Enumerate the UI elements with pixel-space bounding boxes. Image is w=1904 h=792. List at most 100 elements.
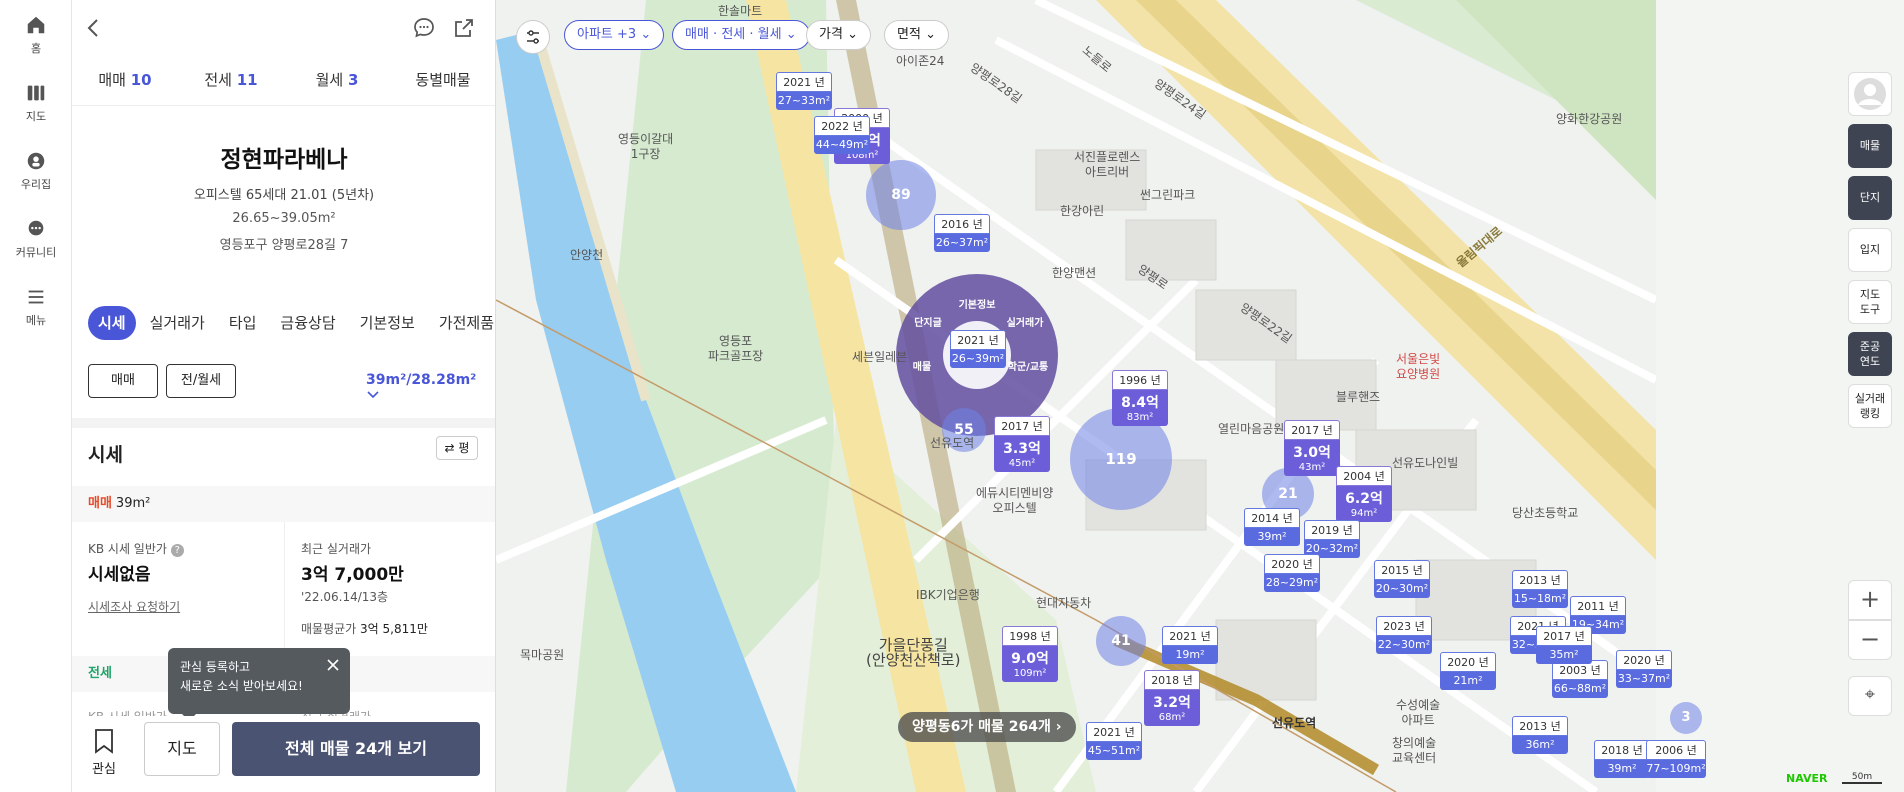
- area-pin[interactable]: 2003 년 66~88m²: [1552, 660, 1608, 698]
- price-pin[interactable]: 2018 년 3.2억 68m²: [1144, 670, 1200, 726]
- map-label: 선유도역: [1272, 716, 1317, 730]
- area-pin[interactable]: 2006 년 77~109m²: [1646, 740, 1706, 778]
- zoom-in-button[interactable]: +: [1848, 580, 1892, 620]
- cluster-marker[interactable]: 89: [866, 160, 936, 230]
- tab-by-building[interactable]: 동별매물: [390, 60, 495, 105]
- radial-school-transit[interactable]: 학군/교통: [1000, 358, 1056, 373]
- zoom-out-button[interactable]: −: [1848, 620, 1892, 660]
- price-pin[interactable]: 2017 년 3.3억 45m²: [994, 416, 1050, 472]
- cluster-marker[interactable]: 3: [1670, 702, 1702, 734]
- pin-area: 77~109m²: [1646, 760, 1706, 778]
- close-icon[interactable]: [326, 658, 340, 672]
- sale-toggle-button[interactable]: 매매: [88, 364, 158, 398]
- pin-area: 19m²: [1162, 646, 1218, 664]
- tool-complex[interactable]: 단지: [1848, 176, 1892, 220]
- back-icon[interactable]: [82, 16, 106, 40]
- pin-year: 2018 년: [1594, 740, 1650, 760]
- pin-area: 33~37m²: [1616, 670, 1672, 688]
- pin-year: 2016 년: [934, 214, 990, 234]
- price-pin[interactable]: 1998 년 9.0억 109m²: [1002, 626, 1058, 682]
- tool-location[interactable]: 입지: [1848, 228, 1892, 272]
- minus-icon: −: [1859, 625, 1881, 653]
- request-survey-link[interactable]: 시세조사 요청하기: [88, 598, 180, 615]
- tab-jeonse[interactable]: 전세 11: [178, 60, 284, 105]
- tab-basic-info[interactable]: 기본정보: [350, 306, 425, 340]
- area-chip[interactable]: 면적 ⌄: [884, 20, 949, 50]
- tab-finance[interactable]: 금융상담: [270, 306, 345, 340]
- price-pin[interactable]: 2004 년 6.2억 94m²: [1336, 466, 1392, 522]
- tab-real-price[interactable]: 실거래가: [140, 306, 215, 340]
- pin-year: 2017 년: [994, 416, 1050, 436]
- area-pin[interactable]: 2021 년 26~39m²: [950, 330, 1006, 368]
- area-pin[interactable]: 2013 년 15~18m²: [1512, 570, 1568, 608]
- nav-home[interactable]: 홈: [0, 14, 72, 70]
- area-pin[interactable]: 2016 년 26~37m²: [934, 214, 990, 252]
- tool-real-price-ranking[interactable]: 실거래 랭킹: [1848, 384, 1892, 428]
- area-select[interactable]: 39m²/28.28m²: [366, 372, 495, 404]
- unit-toggle-button[interactable]: ⇄ 평: [436, 436, 478, 460]
- pin-area: 39m²: [1244, 528, 1300, 546]
- price-pin[interactable]: 1996 년 8.4억 83m²: [1112, 370, 1168, 426]
- area-pin[interactable]: 2021 년 45~51m²: [1086, 722, 1142, 760]
- rent-toggle-button[interactable]: 전/월세: [166, 364, 236, 398]
- area-pin[interactable]: 2019 년 20~32m²: [1304, 520, 1360, 558]
- pin-area: 26~39m²: [950, 350, 1006, 368]
- radial-basic-info[interactable]: 기본정보: [952, 296, 1002, 311]
- view-all-listings-button[interactable]: 전체 매물 24개 보기: [232, 722, 480, 776]
- area-pin[interactable]: 2021 년 27~33m²: [776, 72, 832, 110]
- cluster-marker[interactable]: 41: [1096, 616, 1146, 666]
- listing-count-pill[interactable]: 양평동6가 매물 264개 ›: [898, 712, 1076, 742]
- map-canvas[interactable]: 기본정보 단지글 실거래가 매물 학군/교통 89 55 119 21 41 3…: [496, 0, 1904, 792]
- profile-avatar[interactable]: [1848, 72, 1892, 116]
- tool-listings[interactable]: 매물: [1848, 124, 1892, 168]
- pin-price: 3.3억: [994, 436, 1050, 458]
- nav-community[interactable]: 커뮤니티: [0, 218, 72, 274]
- complex-area-range: 26.65~39.05m²: [232, 211, 336, 226]
- pin-year: 2022 년: [814, 116, 870, 136]
- property-type-chip[interactable]: 아파트 +3 ⌄: [564, 20, 665, 50]
- price-chip[interactable]: 가격 ⌄: [806, 20, 871, 50]
- help-icon[interactable]: ?: [170, 544, 184, 557]
- tab-wolse[interactable]: 월세 3: [284, 60, 390, 105]
- tool-completion-year[interactable]: 준공 연도: [1848, 332, 1892, 376]
- map-label: 서진플로렌스 아트리버: [1074, 150, 1141, 179]
- area-pin[interactable]: 2017 년 35m²: [1536, 626, 1592, 664]
- area-pin[interactable]: 2015 년 20~30m²: [1374, 560, 1430, 598]
- area-pin[interactable]: 2020 년 21m²: [1440, 652, 1496, 690]
- area-pin[interactable]: 2021 년 19m²: [1162, 626, 1218, 664]
- price-pin[interactable]: 2017 년 3.0억 43m²: [1284, 420, 1340, 476]
- map-button[interactable]: 지도: [144, 722, 220, 776]
- map-label: 목마공원: [520, 648, 565, 662]
- nav-map[interactable]: 지도: [0, 82, 72, 138]
- nav-my-home[interactable]: 우리집: [0, 150, 72, 206]
- radial-listings[interactable]: 매물: [902, 358, 942, 373]
- map-label: 창의예술 교육센터: [1392, 736, 1437, 765]
- tab-type[interactable]: 타입: [219, 306, 267, 340]
- area-pin[interactable]: 2018 년 39m²: [1594, 740, 1650, 778]
- tab-sise[interactable]: 시세: [88, 306, 136, 340]
- area-pin[interactable]: 2014 년 39m²: [1244, 508, 1300, 546]
- area-pin[interactable]: 2023 년 22~30m²: [1376, 616, 1432, 654]
- favorite-button[interactable]: 관심: [80, 722, 128, 786]
- filter-settings-button[interactable]: [516, 20, 550, 54]
- trade-type-chip[interactable]: 매매 · 전세 · 월세 ⌄: [672, 20, 810, 50]
- area-pin[interactable]: 2020 년 28~29m²: [1264, 554, 1320, 592]
- area-pin[interactable]: 2020 년 33~37m²: [1616, 650, 1672, 688]
- pin-year: 2021 년: [1086, 722, 1142, 742]
- tab-sale[interactable]: 매매 10: [72, 60, 178, 105]
- share-icon[interactable]: [452, 16, 476, 40]
- trade-type-tabs: 매매 10 전세 11 월세 3 동별매물: [72, 60, 495, 106]
- tab-sale-count: 10: [130, 71, 152, 89]
- radial-complex-posts[interactable]: 단지글: [908, 314, 948, 329]
- radial-real-price[interactable]: 실거래가: [1000, 314, 1050, 329]
- nav-menu[interactable]: 메뉴: [0, 286, 72, 342]
- tab-appliances[interactable]: 가전제품: [429, 306, 495, 340]
- area-pin[interactable]: 2022 년 44~49m²: [814, 116, 870, 154]
- chat-icon[interactable]: [412, 16, 436, 40]
- area-pin[interactable]: 2013 년 36m²: [1512, 716, 1568, 754]
- pin-area: 36m²: [1512, 736, 1568, 754]
- my-location-button[interactable]: ⌖: [1848, 676, 1892, 716]
- tool-map-tools[interactable]: 지도 도구: [1848, 280, 1892, 324]
- pin-price: 9.0억: [1002, 646, 1058, 668]
- section-divider: [72, 418, 495, 428]
